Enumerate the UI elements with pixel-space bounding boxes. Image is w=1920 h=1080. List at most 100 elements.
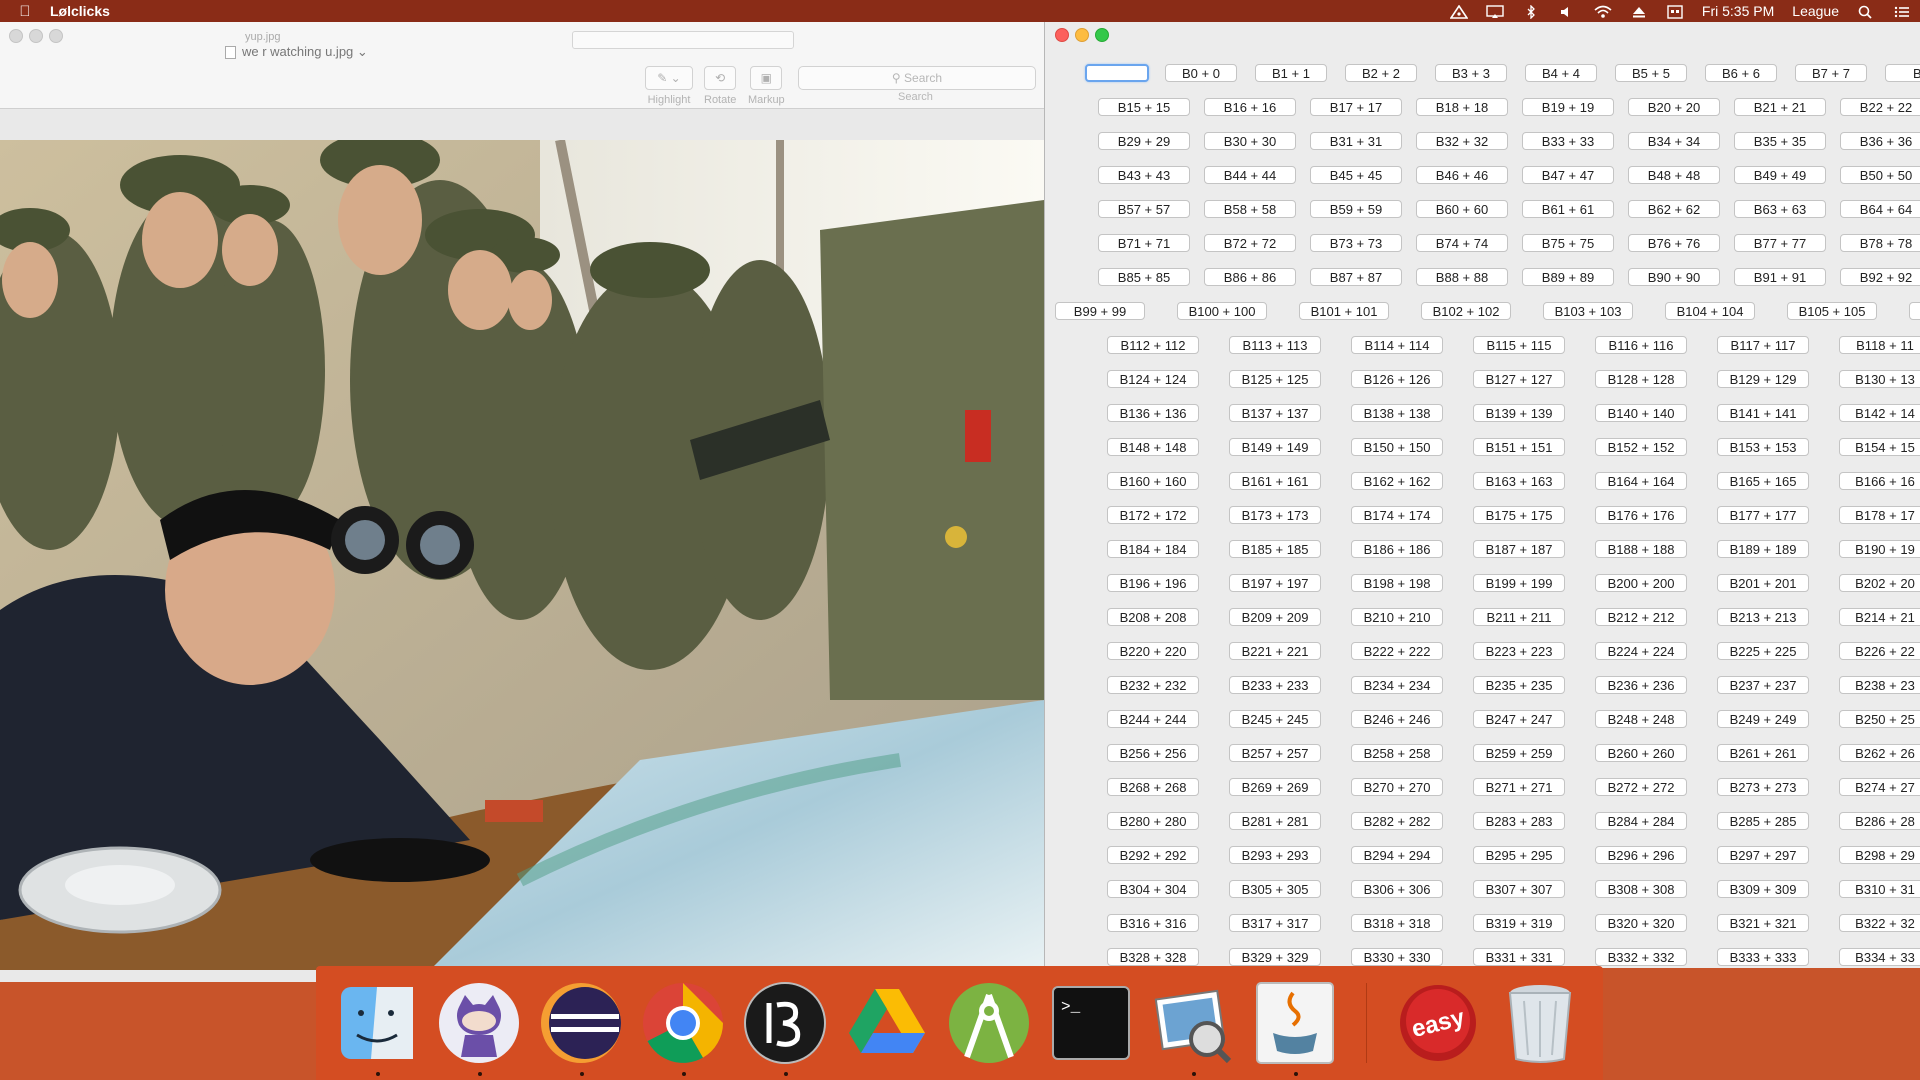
grid-button[interactable]: B162 + 162 <box>1351 472 1443 490</box>
grid-button[interactable]: B273 + 273 <box>1717 778 1809 796</box>
grid-button[interactable]: B172 + 172 <box>1107 506 1199 524</box>
grid-button[interactable]: B36 + 36 <box>1840 132 1920 150</box>
grid-button[interactable]: B225 + 225 <box>1717 642 1809 660</box>
grid-button[interactable]: B57 + 57 <box>1098 200 1190 218</box>
dock-finder[interactable] <box>332 978 422 1076</box>
dock-b3[interactable] <box>740 978 830 1076</box>
minimize-button[interactable] <box>29 29 43 43</box>
grid-button[interactable]: B306 + 306 <box>1351 880 1443 898</box>
grid-button[interactable]: B60 + 60 <box>1416 200 1508 218</box>
grid-button[interactable]: B58 + 58 <box>1204 200 1296 218</box>
document-image[interactable] <box>0 140 1044 970</box>
grid-button[interactable]: B87 + 87 <box>1310 268 1402 286</box>
grid-button[interactable]: B186 + 186 <box>1351 540 1443 558</box>
grid-button[interactable]: B90 + 90 <box>1628 268 1720 286</box>
wifi-icon[interactable] <box>1594 3 1612 19</box>
grid-button[interactable]: B317 + 317 <box>1229 914 1321 932</box>
grid-button[interactable]: B308 + 308 <box>1595 880 1687 898</box>
grid-button[interactable]: B210 + 210 <box>1351 608 1443 626</box>
grid-button[interactable]: B46 + 46 <box>1416 166 1508 184</box>
dock-android-studio[interactable] <box>944 978 1034 1068</box>
dock-github-desktop[interactable] <box>434 978 524 1076</box>
dock-chrome[interactable] <box>638 978 728 1076</box>
dock-preview[interactable] <box>1148 978 1238 1076</box>
grid-button[interactable]: B0 + 0 <box>1165 64 1237 82</box>
grid-button[interactable]: B236 + 236 <box>1595 676 1687 694</box>
grid-button[interactable]: B212 + 212 <box>1595 608 1687 626</box>
grid-button[interactable]: B247 + 247 <box>1473 710 1565 728</box>
grid-button[interactable]: B15 + 15 <box>1098 98 1190 116</box>
grid-button[interactable]: B105 + 105 <box>1787 302 1877 320</box>
grid-button[interactable]: B124 + 124 <box>1107 370 1199 388</box>
grid-button[interactable]: B73 + 73 <box>1310 234 1402 252</box>
grid-button[interactable]: B209 + 209 <box>1229 608 1321 626</box>
grid-button[interactable]: B138 + 138 <box>1351 404 1443 422</box>
grid-button[interactable]: B137 + 137 <box>1229 404 1321 422</box>
grid-button[interactable]: B328 + 328 <box>1107 948 1199 966</box>
grid-button[interactable]: B140 + 140 <box>1595 404 1687 422</box>
grid-button[interactable]: B30 + 30 <box>1204 132 1296 150</box>
search-icon[interactable] <box>1857 3 1875 19</box>
grid-button[interactable]: B165 + 165 <box>1717 472 1809 490</box>
close-button[interactable] <box>9 29 23 43</box>
grid-button[interactable]: B75 + 75 <box>1522 234 1614 252</box>
grid-button[interactable]: B125 + 125 <box>1229 370 1321 388</box>
grid-button[interactable]: B293 + 293 <box>1229 846 1321 864</box>
grid-button[interactable]: B234 + 234 <box>1351 676 1443 694</box>
grid-button[interactable]: B332 + 332 <box>1595 948 1687 966</box>
grid-button[interactable]: B294 + 294 <box>1351 846 1443 864</box>
grid-button[interactable]: B310 + 31 <box>1839 880 1920 898</box>
grid-button[interactable]: B22 + 22 <box>1840 98 1920 116</box>
grid-button[interactable]: B50 + 50 <box>1840 166 1920 184</box>
search-input[interactable]: ⚲ Search <box>798 66 1036 90</box>
grid-button[interactable]: B329 + 329 <box>1229 948 1321 966</box>
bluetooth-icon[interactable] <box>1522 3 1540 20</box>
grid-button[interactable]: B18 + 18 <box>1416 98 1508 116</box>
grid-button[interactable]: B160 + 160 <box>1107 472 1199 490</box>
grid-button[interactable]: B177 + 177 <box>1717 506 1809 524</box>
grid-button[interactable]: B319 + 319 <box>1473 914 1565 932</box>
grid-button[interactable]: B153 + 153 <box>1717 438 1809 456</box>
grid-button[interactable]: B114 + 114 <box>1351 336 1443 354</box>
grid-button[interactable]: B258 + 258 <box>1351 744 1443 762</box>
grid-button[interactable]: B164 + 164 <box>1595 472 1687 490</box>
grid-button[interactable]: B282 + 282 <box>1351 812 1443 830</box>
grid-button[interactable]: B321 + 321 <box>1717 914 1809 932</box>
grid-button[interactable]: B196 + 196 <box>1107 574 1199 592</box>
grid-button[interactable]: B208 + 208 <box>1107 608 1199 626</box>
grid-button[interactable]: B43 + 43 <box>1098 166 1190 184</box>
grid-button[interactable]: B237 + 237 <box>1717 676 1809 694</box>
zoom-button[interactable] <box>49 29 63 43</box>
grid-button[interactable]: B5 + 5 <box>1615 64 1687 82</box>
grid-button[interactable]: B16 + 16 <box>1204 98 1296 116</box>
grid-button[interactable]: B295 + 295 <box>1473 846 1565 864</box>
grid-button[interactable]: B86 + 86 <box>1204 268 1296 286</box>
grid-button[interactable]: B45 + 45 <box>1310 166 1402 184</box>
grid-button[interactable]: B104 + 104 <box>1665 302 1755 320</box>
grid-button[interactable]: B71 + 71 <box>1098 234 1190 252</box>
grid-button[interactable]: B249 + 249 <box>1717 710 1809 728</box>
calendar-icon[interactable] <box>1666 3 1684 19</box>
grid-button[interactable]: B269 + 269 <box>1229 778 1321 796</box>
grid-button[interactable]: B142 + 14 <box>1839 404 1920 422</box>
grid-button[interactable]: B316 + 316 <box>1107 914 1199 932</box>
grid-button[interactable]: B283 + 283 <box>1473 812 1565 830</box>
grid-button[interactable]: B268 + 268 <box>1107 778 1199 796</box>
grid-button[interactable]: B174 + 174 <box>1351 506 1443 524</box>
grid-button[interactable]: B198 + 198 <box>1351 574 1443 592</box>
grid-button[interactable]: B99 + 99 <box>1055 302 1145 320</box>
grid-button[interactable]: B189 + 189 <box>1717 540 1809 558</box>
grid-button[interactable]: B61 + 61 <box>1522 200 1614 218</box>
grid-button[interactable]: B187 + 187 <box>1473 540 1565 558</box>
dock-terminal[interactable]: >_ <box>1046 978 1136 1068</box>
grid-button[interactable]: B129 + 129 <box>1717 370 1809 388</box>
grid-button[interactable]: B202 + 20 <box>1839 574 1920 592</box>
grid-button[interactable]: B305 + 305 <box>1229 880 1321 898</box>
document-title[interactable]: we r watching u.jpg ⌄ <box>225 44 368 60</box>
grid-button[interactable]: B271 + 271 <box>1473 778 1565 796</box>
grid-button[interactable]: B149 + 149 <box>1229 438 1321 456</box>
grid-button[interactable]: B118 + 11 <box>1839 336 1920 354</box>
grid-button[interactable]: B101 + 101 <box>1299 302 1389 320</box>
grid-button[interactable]: B320 + 320 <box>1595 914 1687 932</box>
grid-button[interactable]: B127 + 127 <box>1473 370 1565 388</box>
